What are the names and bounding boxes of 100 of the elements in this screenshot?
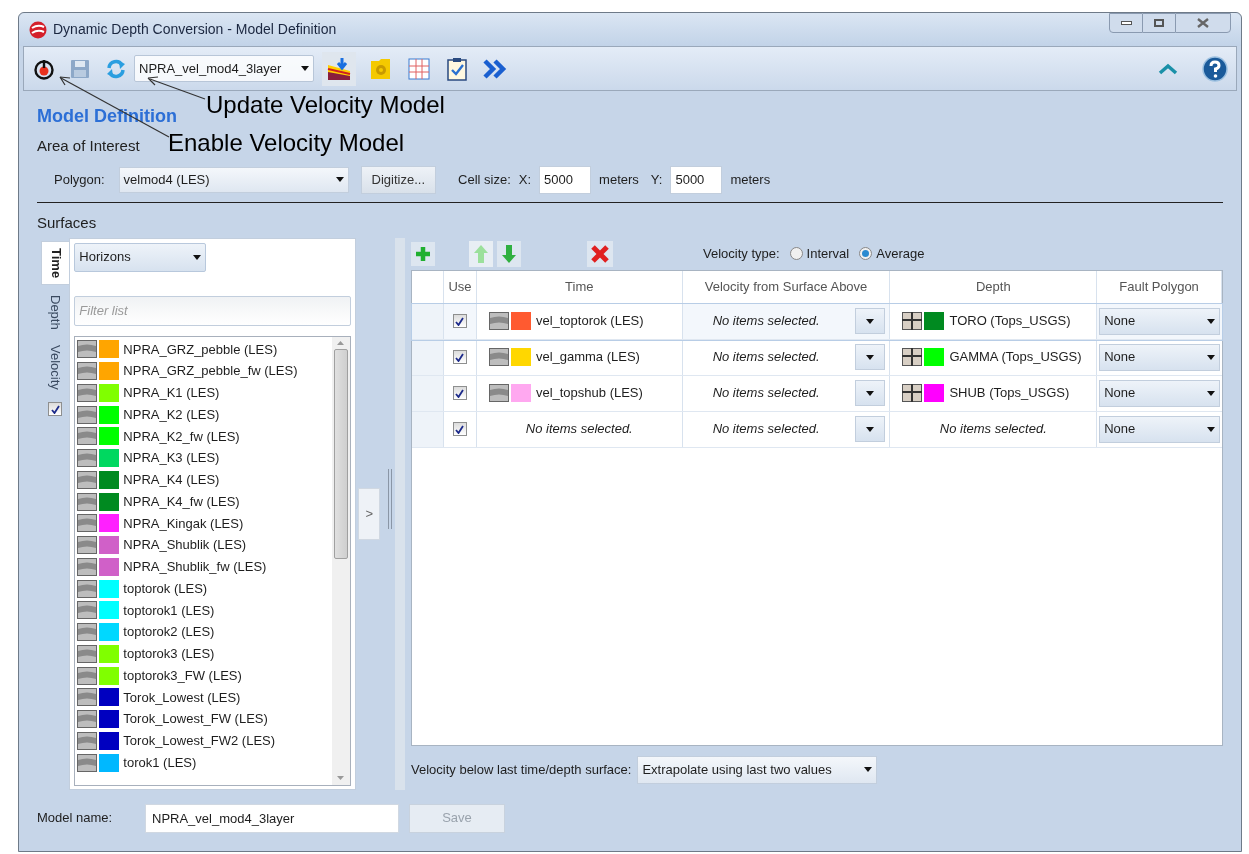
- horizon-icon: [77, 579, 98, 598]
- grid-button[interactable]: [406, 55, 432, 82]
- surface-list-item[interactable]: NPRA_K4 (LES): [77, 469, 332, 491]
- layers-button[interactable]: [322, 51, 356, 86]
- surface-list-item[interactable]: toptorok1 (LES): [77, 599, 332, 622]
- surface-list-item[interactable]: NPRA_K3 (LES): [77, 447, 332, 469]
- horizon-icon: [77, 470, 98, 489]
- surface-list-item[interactable]: toptorok3 (LES): [77, 643, 332, 665]
- surface-list-item[interactable]: NPRA_K2 (LES): [77, 403, 332, 426]
- surface-list-item[interactable]: NPRA_K2_fw (LES): [77, 425, 332, 448]
- caret-icon: [866, 426, 875, 432]
- surface-name: SHUB (Tops_USGS): [949, 384, 1070, 403]
- extrapolation-select[interactable]: Extrapolate using last two values: [637, 755, 878, 784]
- checkbox[interactable]: [452, 422, 467, 436]
- side-tab[interactable]: Velocity: [41, 339, 70, 397]
- minimize-button[interactable]: [1109, 13, 1143, 33]
- model-name-field[interactable]: NPRA_vel_mod4_3layer: [145, 803, 399, 833]
- radio-button[interactable]: [859, 247, 873, 260]
- move-right-button[interactable]: >: [358, 487, 381, 540]
- column-header: Velocity from Surface Above: [682, 270, 891, 303]
- side-tab[interactable]: Time: [41, 240, 70, 285]
- delete-button[interactable]: [587, 240, 613, 267]
- column-header: Time: [476, 270, 683, 303]
- fault-polygon-select[interactable]: None: [1099, 307, 1221, 335]
- check-icon: [455, 388, 465, 398]
- scroll-up-icon[interactable]: [337, 340, 345, 345]
- y-field[interactable]: 5000: [670, 165, 723, 194]
- callout-label: Update Velocity Model: [206, 90, 445, 120]
- help-button[interactable]: [1202, 55, 1228, 82]
- horizon-icon: [77, 492, 98, 511]
- power-icon: [33, 57, 55, 80]
- table-row[interactable]: vel_toptorok (LES) No items selected. TORO (Tops_USGS) None: [412, 303, 1222, 340]
- category-select[interactable]: Horizons: [74, 242, 207, 272]
- dropdown-button[interactable]: [855, 308, 886, 334]
- horizon-icon: [77, 731, 98, 750]
- callout-label: Enable Velocity Model: [168, 128, 405, 158]
- filter-field[interactable]: Filter list: [74, 295, 351, 326]
- horizon-icon: [488, 312, 509, 330]
- table-row[interactable]: No items selected. No items selected. No items selected. None: [412, 411, 1222, 448]
- velocity-type-radio[interactable]: Average: [859, 243, 925, 264]
- checkbox[interactable]: [452, 314, 467, 328]
- dropdown-button[interactable]: [855, 380, 886, 406]
- empty-cell-text: No items selected.: [712, 384, 820, 403]
- surface-list-item[interactable]: NPRA_K1 (LES): [77, 382, 332, 404]
- fault-polygon-select[interactable]: None: [1099, 379, 1221, 407]
- y-label: Y:: [650, 170, 663, 189]
- side-tab[interactable]: Depth: [41, 288, 70, 336]
- clipboard-button[interactable]: [444, 55, 470, 82]
- caret-icon: [301, 66, 309, 71]
- surface-list-item[interactable]: toptorok2 (LES): [77, 621, 332, 643]
- surface-list-item[interactable]: NPRA_Shublik_fw (LES): [77, 556, 332, 578]
- surface-list-item[interactable]: Torok_Lowest (LES): [77, 686, 332, 709]
- maximize-button[interactable]: [1143, 13, 1175, 33]
- x-field[interactable]: 5000: [539, 165, 592, 194]
- surface-list-item[interactable]: NPRA_GRZ_pebble (LES): [77, 338, 332, 361]
- surface-list-item[interactable]: NPRA_K4_fw (LES): [77, 490, 332, 513]
- scroll-down-icon[interactable]: [337, 775, 345, 780]
- surface-list-item[interactable]: NPRA_Kingak (LES): [77, 512, 332, 535]
- surface-list-item[interactable]: toptorok3_FW (LES): [77, 664, 332, 687]
- arrow-down-icon: [501, 243, 517, 264]
- fault-polygon-select[interactable]: None: [1099, 343, 1221, 371]
- grid-icon: [902, 348, 923, 366]
- folder-gear-icon: [369, 56, 393, 81]
- surface-list-item[interactable]: Torok_Lowest_FW2 (LES): [77, 730, 332, 752]
- horizon-icon: [77, 688, 98, 707]
- table-row[interactable]: vel_topshub (LES) No items selected. SHUB (Tops_USGS) None: [412, 375, 1222, 412]
- dropdown-button[interactable]: [855, 416, 886, 442]
- horizon-icon: [77, 383, 98, 402]
- checkbox[interactable]: [48, 402, 63, 417]
- surface-list-item[interactable]: NPRA_GRZ_pebble_fw (LES): [77, 360, 332, 382]
- velocity-type-radio[interactable]: Interval: [789, 243, 850, 264]
- checkbox[interactable]: [452, 386, 467, 400]
- clipboard-check-icon: [446, 56, 468, 81]
- y-unit-label: meters: [730, 170, 771, 189]
- grid-icon: [902, 384, 923, 402]
- surface-list-item[interactable]: Torok_Lowest_FW (LES): [77, 708, 332, 730]
- model-select[interactable]: NPRA_vel_mod4_3layer: [134, 55, 314, 82]
- horizon-icon: [77, 644, 98, 663]
- dropdown-button[interactable]: [855, 344, 886, 370]
- chevron-up-icon: [1158, 62, 1178, 75]
- digitize-button[interactable]: Digitize...: [360, 165, 437, 194]
- surface-list-item[interactable]: torok1 (LES): [77, 751, 332, 774]
- checkbox[interactable]: [452, 350, 467, 364]
- surface-list-item[interactable]: toptorok (LES): [77, 577, 332, 600]
- x-unit-label: meters: [599, 170, 639, 189]
- polygon-label: Polygon:: [54, 170, 105, 189]
- surface-name: vel_gamma (LES): [535, 348, 640, 367]
- column-header: Fault Polygon: [1097, 270, 1222, 303]
- fault-polygon-select[interactable]: None: [1099, 415, 1221, 443]
- scrollbar[interactable]: [331, 336, 350, 785]
- surface-name: TORO (Tops_USGS): [949, 312, 1071, 331]
- radio-button[interactable]: [789, 247, 803, 260]
- caret-icon: [335, 177, 344, 182]
- table-row[interactable]: vel_gamma (LES) No items selected. GAMMA (Tops_USGS) None: [412, 339, 1222, 376]
- close-button[interactable]: [1175, 13, 1231, 33]
- column-header: Use: [443, 270, 477, 303]
- check-icon: [455, 424, 465, 434]
- surface-list-item[interactable]: NPRA_Shublik (LES): [77, 534, 332, 556]
- check-icon: [455, 352, 465, 362]
- polygon-select[interactable]: velmod4 (LES): [118, 166, 349, 193]
